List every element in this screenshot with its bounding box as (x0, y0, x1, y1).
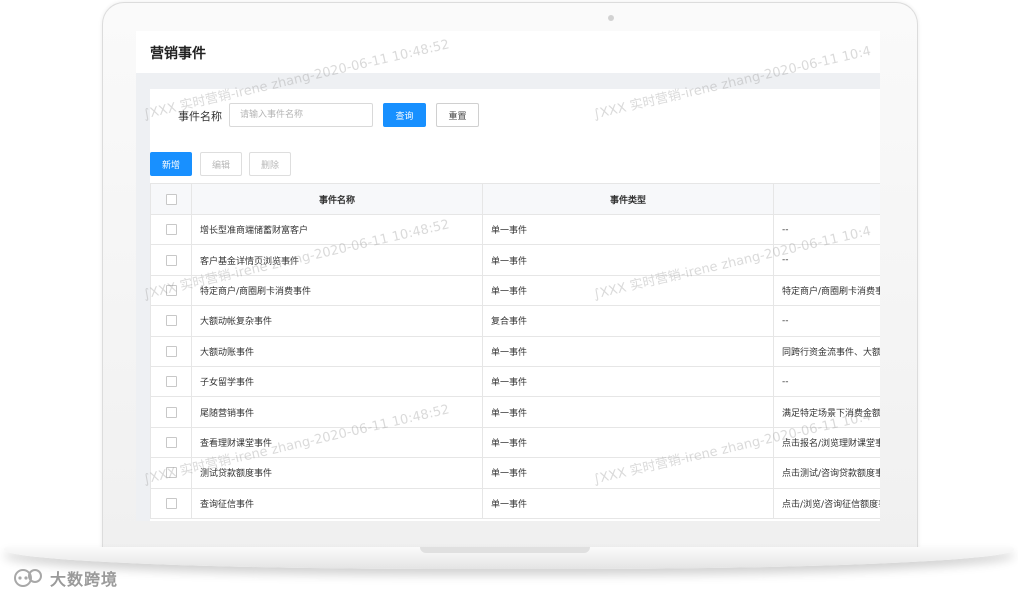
brand-icon (14, 569, 42, 587)
row-select-cell[interactable] (150, 457, 192, 489)
row-event-desc: 点击测试/咨询贷款额度事 (773, 457, 880, 489)
row-event-name: 客户基金详情页浏览事件 (191, 244, 483, 276)
row-event-desc: -- (773, 365, 880, 398)
row-checkbox[interactable] (165, 436, 177, 448)
table-row[interactable]: 大额动帐复杂事件 复合事件 -- (150, 305, 880, 337)
row-event-type: 单一事件 (482, 244, 774, 276)
row-event-name: 查看理财课堂事件 (191, 426, 483, 459)
row-checkbox[interactable] (165, 497, 177, 509)
table-header-row: 事件名称 事件类型 (150, 183, 880, 215)
table-row[interactable]: 增长型准商端储蓄财富客户 单一事件 -- (150, 213, 880, 246)
row-checkbox[interactable] (165, 467, 177, 479)
row-event-name: 大额动账事件 (191, 335, 483, 367)
delete-button[interactable]: 删除 (249, 152, 291, 176)
row-event-type: 单一事件 (482, 487, 774, 519)
row-checkbox[interactable] (165, 345, 177, 357)
row-event-type: 单一事件 (482, 396, 774, 428)
table-row[interactable]: 客户基金详情页浏览事件 单一事件 -- (150, 244, 880, 276)
row-event-name: 特定商户/商圈刷卡消费事件 (191, 274, 483, 307)
laptop-notch (420, 547, 590, 553)
row-select-cell[interactable] (150, 213, 192, 246)
table-row[interactable]: 查询征信事件 单一事件 点击/浏览/咨询征信额度事 (150, 487, 880, 519)
select-all-checkbox[interactable] (165, 193, 177, 205)
row-event-desc: 同跨行资金流事件、大额 (773, 335, 880, 367)
event-table: 事件名称 事件类型 增长型准商端储蓄财富客户 单一事件 -- 客户基金详情页浏览… (150, 183, 880, 519)
row-checkbox[interactable] (165, 284, 177, 296)
row-event-name: 子女留学事件 (191, 365, 483, 398)
row-event-type: 复合事件 (482, 305, 774, 337)
row-event-desc: 特定商户/商圈刷卡消费事 (773, 274, 880, 307)
search-button[interactable]: 查询 (383, 103, 426, 127)
row-event-type: 单一事件 (482, 335, 774, 367)
brand-logo: 大数跨境 (12, 566, 118, 590)
row-select-cell[interactable] (150, 426, 192, 459)
row-event-type: 单一事件 (482, 457, 774, 489)
row-select-cell[interactable] (150, 365, 192, 398)
add-button[interactable]: 新增 (150, 152, 192, 176)
column-header-name: 事件名称 (191, 183, 483, 215)
screen: 营销事件 事件名称 查询 重置 新增 编辑 删除 (136, 31, 880, 521)
row-event-desc: 点击报名/浏览理财课堂事 (773, 426, 880, 459)
row-event-desc: -- (773, 213, 880, 246)
row-event-desc: 满足特定场景下消费金额 (773, 396, 880, 428)
row-checkbox[interactable] (165, 254, 177, 266)
row-event-desc: -- (773, 244, 880, 276)
table-row[interactable]: 大额动账事件 单一事件 同跨行资金流事件、大额 (150, 335, 880, 367)
row-checkbox[interactable] (165, 315, 177, 327)
event-name-input[interactable] (229, 103, 373, 127)
stage: 营销事件 事件名称 查询 重置 新增 编辑 删除 (0, 0, 1018, 600)
event-name-label: 事件名称 (178, 110, 222, 123)
table-row[interactable]: 查看理财课堂事件 单一事件 点击报名/浏览理财课堂事 (150, 426, 880, 459)
row-select-cell[interactable] (150, 396, 192, 428)
row-event-name: 增长型准商端储蓄财富客户 (191, 213, 483, 246)
row-event-desc: 点击/浏览/咨询征信额度事 (773, 487, 880, 519)
row-event-type: 单一事件 (482, 274, 774, 307)
filter-panel: 事件名称 查询 重置 (150, 89, 880, 141)
column-header-desc (773, 183, 880, 215)
page-header: 营销事件 (136, 31, 880, 73)
table-row[interactable]: 特定商户/商圈刷卡消费事件 单一事件 特定商户/商圈刷卡消费事 (150, 274, 880, 307)
row-event-name: 尾随营销事件 (191, 396, 483, 428)
row-checkbox[interactable] (165, 406, 177, 418)
row-event-name: 测试贷款额度事件 (191, 457, 483, 489)
select-all-cell[interactable] (150, 183, 192, 215)
brand-name: 大数跨境 (50, 570, 119, 589)
row-select-cell[interactable] (150, 244, 192, 276)
row-event-type: 单一事件 (482, 213, 774, 246)
reset-button[interactable]: 重置 (436, 103, 479, 127)
row-select-cell[interactable] (150, 487, 192, 519)
row-select-cell[interactable] (150, 305, 192, 337)
table-row[interactable]: 尾随营销事件 单一事件 满足特定场景下消费金额 (150, 396, 880, 428)
row-event-name: 查询征信事件 (191, 487, 483, 519)
row-checkbox[interactable] (165, 224, 177, 236)
table-panel: 新增 编辑 删除 事件名称 事件类型 增长型准商端储蓄财富客户 单一事件 -- … (150, 141, 880, 521)
row-event-type: 单一事件 (482, 426, 774, 459)
page-title: 营销事件 (150, 46, 206, 62)
row-event-name: 大额动帐复杂事件 (191, 305, 483, 337)
column-header-type: 事件类型 (482, 183, 774, 215)
row-select-cell[interactable] (150, 274, 192, 307)
camera-icon (608, 15, 614, 21)
table-row[interactable]: 测试贷款额度事件 单一事件 点击测试/咨询贷款额度事 (150, 457, 880, 489)
row-event-type: 单一事件 (482, 365, 774, 398)
row-checkbox[interactable] (165, 376, 177, 388)
row-select-cell[interactable] (150, 335, 192, 367)
row-event-desc: -- (773, 305, 880, 337)
edit-button[interactable]: 编辑 (200, 152, 242, 176)
table-row[interactable]: 子女留学事件 单一事件 -- (150, 365, 880, 398)
